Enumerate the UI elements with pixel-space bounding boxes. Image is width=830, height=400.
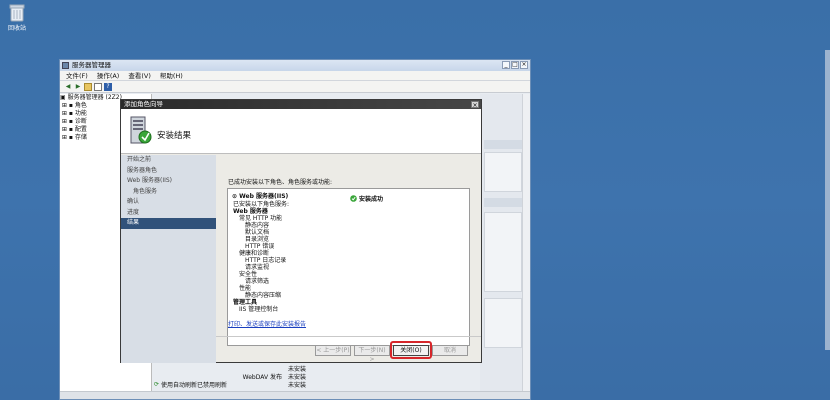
step-role-services: 角色服务: [133, 187, 158, 195]
vertical-scrollbar[interactable]: [522, 94, 530, 399]
step-progress: 进度: [127, 208, 140, 216]
cancel-button[interactable]: 取消: [432, 345, 468, 356]
wizard-content: 已成功安装以下角色、角色服务或功能: ⊙ Web 服务器(IIS) 安装成功 已…: [216, 155, 481, 363]
wizard-footer: < 上一步(P) 下一步(N) > 关闭(O) 取消: [216, 336, 481, 363]
result-intro: 已成功安装以下角色、角色服务或功能:: [228, 179, 333, 186]
step-results: 结果: [121, 218, 216, 229]
menu-bar: 文件(F) 操作(A) 查看(V) 帮助(H): [60, 71, 530, 81]
section-band: [484, 140, 522, 149]
toolbar: ◀ ▶ ?: [60, 81, 530, 93]
role-service-list: 未安装 WebDAV 发布 未安装 未安装: [210, 366, 480, 394]
section-band: [484, 198, 522, 207]
menu-help[interactable]: 帮助(H): [160, 71, 183, 80]
server-manager-title: 服务器管理器: [72, 61, 111, 69]
server-manager-app-icon: [62, 62, 69, 69]
server-install-icon: [127, 115, 153, 149]
add-roles-wizard: 添加角色向导 × 安装结果 开始之前 服务器角色 Web 服务器(IIS) 角色…: [120, 99, 482, 363]
step-confirmation: 确认: [127, 198, 140, 205]
previous-button[interactable]: < 上一步(P): [315, 345, 351, 356]
list-item: 未安装: [288, 366, 307, 373]
menu-file[interactable]: 文件(F): [66, 71, 88, 80]
section-box: [484, 212, 522, 292]
check-icon: [350, 195, 357, 202]
wizard-close-icon[interactable]: ×: [471, 101, 479, 109]
status-bar: [60, 391, 530, 399]
section-box: [484, 152, 522, 192]
list-item: 未安装: [288, 382, 307, 389]
step-web-server: Web 服务器(IIS): [127, 177, 173, 184]
wizard-header: 安装结果: [121, 109, 481, 154]
menu-view[interactable]: 查看(V): [128, 71, 151, 80]
refresh-icon[interactable]: ⟳: [154, 381, 159, 388]
back-arrow-icon[interactable]: ◀: [64, 83, 72, 91]
desktop-edge: [825, 50, 830, 350]
wizard-titlebar[interactable]: 添加角色向导 ×: [121, 100, 481, 109]
refresh-status: ⟳ 使用自动刷新已禁用刷新: [154, 380, 227, 389]
next-button[interactable]: 下一步(N) >: [354, 345, 390, 363]
recycle-bin-icon[interactable]: 回收站: [4, 4, 30, 32]
list-item: WebDAV 发布 未安装: [242, 374, 307, 381]
menu-action[interactable]: 操作(A): [97, 71, 120, 80]
section-box: [484, 298, 522, 348]
maximize-button[interactable]: □: [511, 61, 519, 69]
wizard-steps: 开始之前 服务器角色 Web 服务器(IIS) 角色服务 确认 进度 结果: [121, 155, 216, 363]
minimize-button[interactable]: _: [502, 61, 510, 69]
help-icon[interactable]: ?: [104, 83, 112, 91]
grid-icon[interactable]: [94, 83, 102, 91]
close-button[interactable]: ×: [520, 61, 528, 69]
wizard-page-title: 安装结果: [157, 131, 192, 141]
role-heading[interactable]: ⊙ Web 服务器(IIS): [232, 194, 288, 200]
success-badge: 安装成功: [350, 194, 383, 203]
step-before-you-begin: 开始之前: [127, 156, 152, 163]
recycle-bin-label: 回收站: [7, 25, 26, 32]
step-server-roles: 服务器角色: [127, 166, 158, 174]
trash-icon: [9, 4, 25, 22]
wizard-title: 添加角色向导: [124, 100, 163, 108]
result-line: IIS 管理控制台: [239, 306, 279, 313]
forward-arrow-icon[interactable]: ▶: [74, 83, 82, 91]
print-report-link[interactable]: 打印、发送或保存此安装报告: [228, 319, 306, 328]
server-manager-titlebar[interactable]: 服务器管理器 _ □ ×: [60, 60, 530, 71]
close-button-highlight: [390, 341, 432, 359]
refresh-text: 使用自动刷新已禁用刷新: [161, 382, 228, 389]
folder-icon[interactable]: [84, 83, 92, 91]
